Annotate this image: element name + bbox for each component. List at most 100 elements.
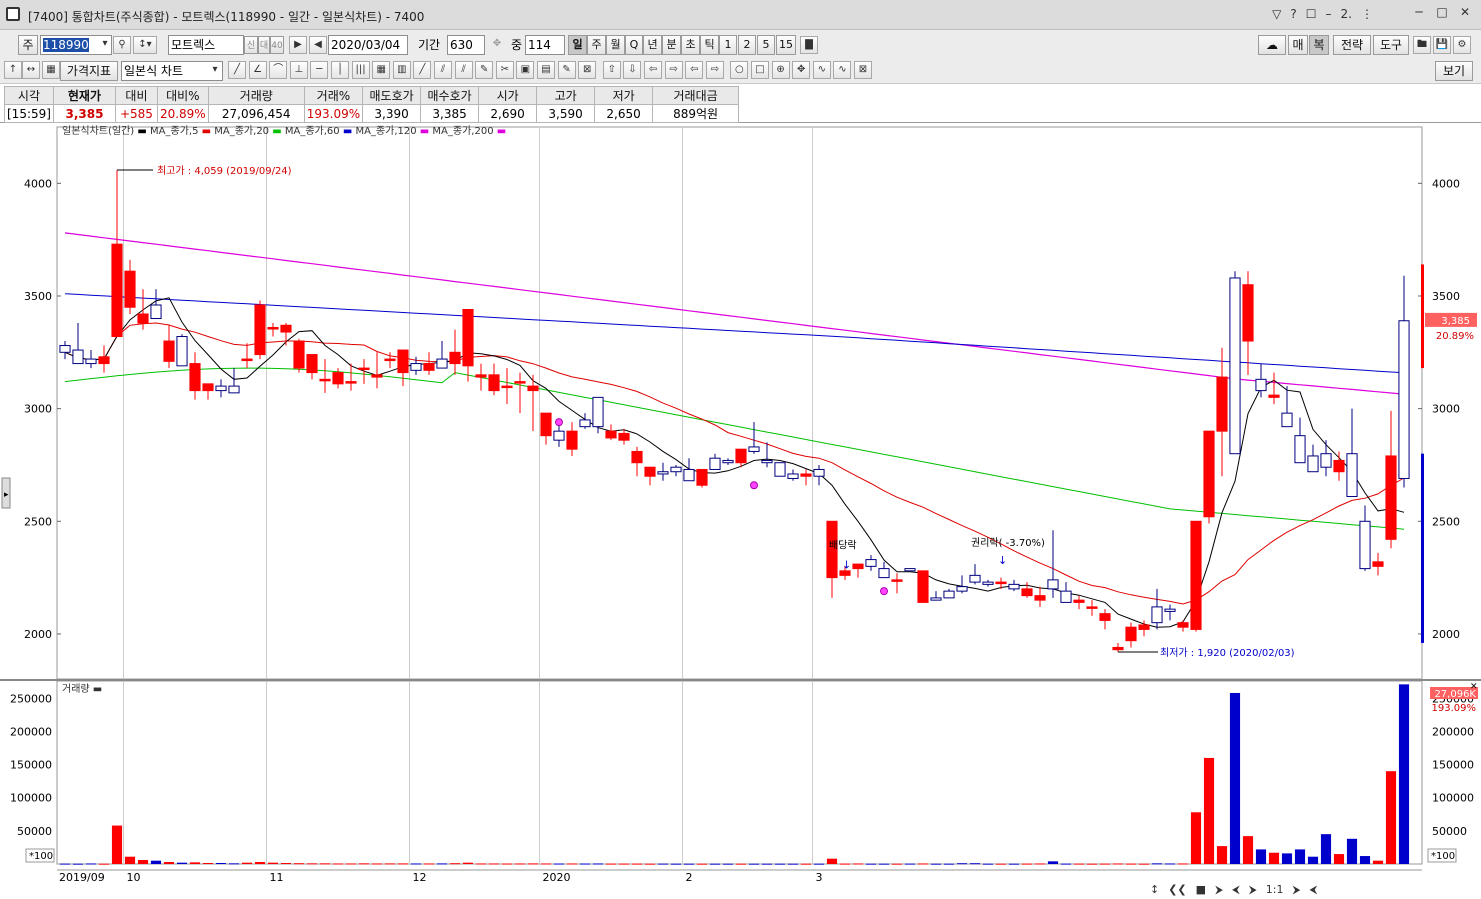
grid-tool-icon[interactable]: ▦ <box>372 61 391 79</box>
period-input[interactable]: 630 <box>447 35 485 55</box>
interval-button[interactable]: 주 <box>587 35 606 55</box>
interval-button[interactable]: 1 <box>719 35 737 55</box>
wave-tool-icon[interactable]: ∿ <box>812 61 831 79</box>
indicator-icon[interactable]: ▦ <box>42 61 60 79</box>
cycle-tool-icon[interactable]: ||| <box>351 61 370 79</box>
search-icon[interactable]: ⚲ <box>113 36 131 54</box>
right-tool-icon[interactable]: ⇨ <box>664 61 683 79</box>
interval-button[interactable]: 15 <box>776 35 796 55</box>
window-icon[interactable]: ☐ <box>1306 7 1317 21</box>
color-tool-icon[interactable]: ▣ <box>516 61 535 79</box>
tools-button[interactable]: 도구 <box>1373 35 1409 55</box>
close-icon[interactable]: ✕ <box>1456 4 1474 20</box>
wave2-tool-icon[interactable]: ∿ <box>833 61 852 79</box>
status-icon[interactable]: ⮞ <box>1215 883 1223 896</box>
side-toggle-icon[interactable]: ▸ <box>4 490 9 500</box>
sort-icon[interactable]: ↕▾ <box>133 36 157 54</box>
strategy-button[interactable]: 전략 <box>1333 35 1371 55</box>
min-icon[interactable]: – <box>1326 7 1332 21</box>
clear-tool-icon[interactable]: ⊠ <box>854 61 872 79</box>
rect-tool-icon[interactable]: □ <box>751 61 769 79</box>
help-icon[interactable]: ? <box>1290 7 1296 21</box>
status-icon[interactable]: ⮜ <box>1232 883 1240 896</box>
box-tool-icon[interactable]: ▤ <box>537 61 555 79</box>
chart-area[interactable]: ▸ 2019/09 10 11 12 2020 2 3 2000 2000 2500 2500 3000… <box>0 124 1481 899</box>
candlestick-chart[interactable]: ▸ 2019/09 10 11 12 2020 2 3 2000 2000 2500 2500 3000… <box>0 124 1481 899</box>
fan-tool-icon[interactable]: ⫽ <box>454 61 473 79</box>
close-pane-icon[interactable]: ✕ <box>1470 682 1478 692</box>
zoom-tool-icon[interactable]: ⊕ <box>771 61 790 79</box>
name-field[interactable]: 모트렉스 <box>168 35 244 55</box>
interval-button[interactable]: 2 <box>738 35 756 55</box>
hline-tool-icon[interactable]: ─ <box>310 61 329 79</box>
edit-tool-icon[interactable]: ✎ <box>557 61 576 79</box>
line-tool-icon[interactable]: ╱ <box>228 61 246 79</box>
dropdown-icon[interactable]: ▾ <box>99 36 111 54</box>
vline-tool-icon[interactable]: │ <box>331 61 349 79</box>
status-icon[interactable]: ❮❮ <box>1168 883 1186 896</box>
price-index-button[interactable]: 가격지표 <box>60 61 118 81</box>
parallel-tool-icon[interactable]: ⫽ <box>434 61 452 79</box>
date-input[interactable]: 2020/03/04 <box>328 35 408 55</box>
minimize-icon[interactable]: ─ <box>1410 4 1428 20</box>
up-arrow-icon[interactable]: ↑ <box>4 61 22 79</box>
quote-panel: 시각 현재가 대비 대비% 거래량 거래% 매도호가 매수호가 시가 고가 저가 거래대금 [15:5… <box>0 85 1481 123</box>
status-icon[interactable]: ↕ <box>1150 883 1159 896</box>
status-icon[interactable]: 1:1 <box>1266 883 1284 896</box>
buy-button[interactable]: 매 <box>1288 35 1308 55</box>
cloud-icon[interactable]: ☁ <box>1258 35 1286 55</box>
chart-type-icon[interactable]: ▇ <box>800 36 818 54</box>
channel-tool-icon[interactable]: ╱ <box>413 61 432 79</box>
maximize-icon[interactable]: □ <box>1433 4 1451 20</box>
y-tick-label: 2500 <box>24 515 52 528</box>
chevron-down-icon[interactable]: ▾ <box>206 62 224 80</box>
more-icon[interactable]: ⋮ <box>1361 7 1373 21</box>
volume-bar <box>1164 863 1176 865</box>
interval-button[interactable]: 년 <box>643 35 662 55</box>
interval-button[interactable]: 5 <box>757 35 775 55</box>
candle-body <box>1398 320 1410 479</box>
candle-body <box>878 568 890 579</box>
candle-body <box>956 586 968 592</box>
interval-button[interactable]: 초 <box>681 35 700 55</box>
folder-icon[interactable]: 🖿 <box>1413 36 1431 54</box>
interval-button[interactable]: 일 <box>568 35 587 55</box>
up-tool-icon[interactable]: ⇧ <box>602 61 621 79</box>
count-input[interactable]: 114 <box>525 35 565 55</box>
erase-tool-icon[interactable]: ✂ <box>495 61 514 79</box>
arc-tool-icon[interactable]: ⌒ <box>269 61 288 79</box>
right2-tool-icon[interactable]: ⇨ <box>705 61 724 79</box>
status-icon[interactable]: ⮜ <box>1309 883 1317 896</box>
down-tool-icon[interactable]: ⇩ <box>623 61 642 79</box>
settings-icon[interactable]: ⚙ <box>1453 36 1471 54</box>
cross-tool-icon[interactable]: ✥ <box>792 61 811 79</box>
angle-tool-icon[interactable]: ∠ <box>248 61 267 79</box>
delete-tool-icon[interactable]: ⊠ <box>578 61 597 79</box>
interval-button[interactable]: 분 <box>662 35 681 55</box>
save-icon[interactable]: 💾 <box>1433 36 1451 54</box>
volume-bar <box>475 863 487 865</box>
status-icon[interactable]: ⮞ <box>1292 883 1300 896</box>
complex-button[interactable]: 복 <box>1309 35 1329 55</box>
dropdown-icon[interactable]: ▽ <box>1272 7 1281 21</box>
interval-button[interactable]: 월 <box>606 35 625 55</box>
volume-bar <box>215 863 227 865</box>
circle-tool-icon[interactable]: ○ <box>730 61 749 79</box>
pen-tool-icon[interactable]: ✎ <box>475 61 494 79</box>
link-icon[interactable]: 2. <box>1341 7 1352 21</box>
next-icon[interactable]: ▶ <box>289 36 307 54</box>
fibo-tool-icon[interactable]: ▥ <box>392 61 411 79</box>
left-tool-icon[interactable]: ⇦ <box>644 61 662 79</box>
trend-tool-icon[interactable]: ⊥ <box>289 61 308 79</box>
interval-button[interactable]: Q <box>625 35 643 55</box>
status-icon[interactable]: ⮞ <box>1249 883 1257 896</box>
interval-button[interactable]: 틱 <box>700 35 719 55</box>
status-icon[interactable]: ■ <box>1196 883 1206 896</box>
hscroll-icon[interactable]: ↔ <box>22 61 40 79</box>
candle-body <box>579 419 591 428</box>
market-button[interactable]: 주 <box>18 35 38 55</box>
left2-tool-icon[interactable]: ⇦ <box>685 61 704 79</box>
view-button[interactable]: 보기 <box>1435 61 1473 81</box>
candle-body <box>228 385 240 394</box>
prev-icon[interactable]: ◀ <box>309 36 327 54</box>
